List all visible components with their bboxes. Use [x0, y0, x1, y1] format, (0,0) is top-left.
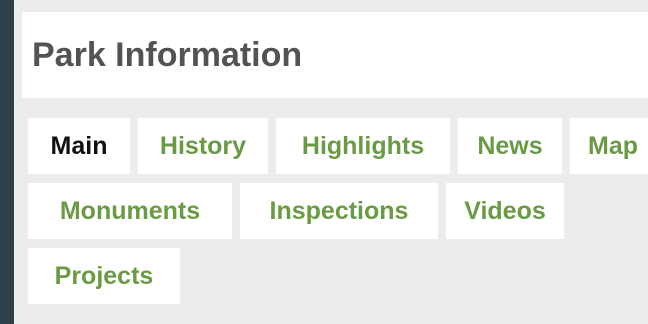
tab-main[interactable]: Main	[28, 118, 130, 174]
tab-videos[interactable]: Videos	[446, 183, 564, 239]
tab-history[interactable]: History	[138, 118, 268, 174]
park-info-panel: Park Information Main History Highlights…	[14, 0, 648, 324]
tab-projects[interactable]: Projects	[28, 248, 180, 304]
page-title: Park Information	[32, 36, 303, 74]
tab-monuments[interactable]: Monuments	[28, 183, 232, 239]
tab-highlights[interactable]: Highlights	[276, 118, 450, 174]
tab-inspections[interactable]: Inspections	[240, 183, 438, 239]
tab-map[interactable]: Map	[570, 118, 648, 174]
tab-news[interactable]: News	[458, 118, 562, 174]
